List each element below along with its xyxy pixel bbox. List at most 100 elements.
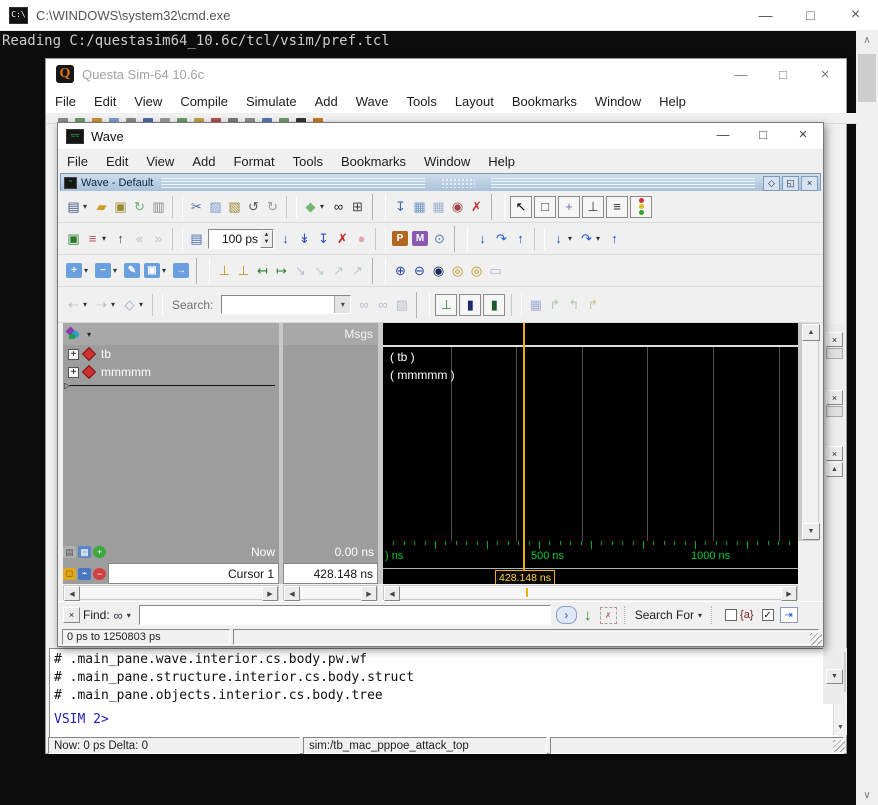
find-previous-transition-icon[interactable]: ↓	[473, 229, 492, 249]
docked-scroll-up-icon[interactable]: ▲	[826, 462, 843, 477]
next-event-icon[interactable]: ↦	[272, 261, 291, 281]
menu-item-view[interactable]: View	[137, 154, 183, 169]
find-down-icon[interactable]: ↓	[579, 607, 597, 624]
cmd-titlebar[interactable]: C:\ C:\WINDOWS\system32\cmd.exe — □ ×	[0, 0, 878, 31]
docked-pane-close-icon[interactable]: ×	[826, 390, 843, 405]
msgs-column-header[interactable]: Msgs	[283, 323, 378, 345]
expanded-time-event-icon[interactable]: ▮	[483, 294, 505, 316]
search-reverse-icon[interactable]: ∞	[354, 295, 373, 315]
signal-name[interactable]: mmmmm	[101, 365, 151, 379]
find-next-transition-icon[interactable]: ↑	[511, 229, 530, 249]
stop-icon[interactable]: ●	[352, 229, 371, 249]
move-up-icon[interactable]: ↑	[111, 229, 130, 249]
bookmark-add-icon[interactable]: +	[66, 263, 82, 278]
wave-canvas[interactable]: ( tb )( mmmmm )	[383, 347, 798, 541]
run-length-value[interactable]: 100 ps	[209, 232, 260, 246]
search-window-icon[interactable]: ⇥	[780, 607, 798, 623]
find-edge-wrap-icon[interactable]: ↷	[577, 229, 596, 249]
wave-resize-grip[interactable]	[810, 633, 822, 645]
undo-icon[interactable]: ↺	[244, 197, 263, 217]
prev-page-icon[interactable]: «	[130, 229, 149, 249]
msgs-panel[interactable]	[283, 345, 378, 541]
docked-pane-close-icon[interactable]: ×	[826, 332, 843, 347]
scroll-right-icon[interactable]: ▶	[361, 586, 377, 601]
cmd-scroll-down-icon[interactable]: ∨	[856, 785, 878, 805]
search-combobox[interactable]: ▾	[221, 295, 351, 314]
menu-item-add[interactable]: Add	[183, 154, 224, 169]
menu-item-file[interactable]: File	[58, 154, 97, 169]
menu-item-layout[interactable]: Layout	[446, 94, 503, 109]
expand-all-time-icon[interactable]: ▦	[526, 295, 545, 315]
menu-item-format[interactable]: Format	[224, 154, 283, 169]
findbar-close-icon[interactable]: ×	[63, 607, 80, 623]
paste-icon[interactable]: ▧	[225, 197, 244, 217]
scroll-left-icon[interactable]: ◀	[384, 586, 400, 601]
questa-maximize-button[interactable]: □	[762, 59, 804, 89]
menu-item-tools[interactable]: Tools	[397, 94, 445, 109]
bookmark-add-dropdown-icon[interactable]: ▾	[84, 266, 93, 275]
names-hscrollbar[interactable]: ◀ ▶	[63, 585, 279, 600]
next-diff-dropdown-icon[interactable]: ▾	[111, 300, 120, 309]
save-icon[interactable]: ▣	[111, 197, 130, 217]
print-icon[interactable]: ▥	[149, 197, 168, 217]
msgs-hscrollbar[interactable]: ◀ ▶	[283, 585, 378, 600]
copy-icon[interactable]: ▨	[206, 197, 225, 217]
find-next-edge-icon[interactable]: ↑	[605, 229, 624, 249]
scroll-down-icon[interactable]: ▼	[802, 523, 820, 540]
menu-item-tools[interactable]: Tools	[284, 154, 332, 169]
scroll-right-icon[interactable]: ▶	[781, 586, 797, 601]
find-options-icon[interactable]: ✗	[600, 607, 617, 624]
bookmark-save-icon[interactable]: ▣	[144, 263, 160, 278]
scroll-right-icon[interactable]: ▶	[262, 586, 278, 601]
expanded-time-delta-icon[interactable]: ▮	[459, 294, 481, 316]
time-cursor-line[interactable]	[523, 541, 525, 570]
signal-name[interactable]: tb	[101, 347, 111, 361]
redo-icon[interactable]: ↻	[263, 197, 282, 217]
next-falling-edge-icon[interactable]: ↘	[310, 261, 329, 281]
performance-profile-icon[interactable]: P	[392, 231, 408, 246]
wave-vertical-scrollbar[interactable]: ▲ ▼	[801, 323, 819, 541]
group-link-icon[interactable]: ▣	[64, 229, 83, 249]
refresh-diamond-icon[interactable]: ◆	[301, 197, 320, 217]
menu-item-add[interactable]: Add	[306, 94, 347, 109]
scroll-up-icon[interactable]: ▲	[802, 324, 820, 341]
bookmark-delete-icon[interactable]: −	[95, 263, 111, 278]
pane-close-icon[interactable]: ×	[801, 176, 818, 191]
edge-wrap-dropdown-icon[interactable]: ▾	[596, 234, 605, 243]
menu-item-bookmarks[interactable]: Bookmarks	[332, 154, 415, 169]
scroll-left-icon[interactable]: ◀	[64, 586, 80, 601]
expand-hierarchy-icon[interactable]: ⊞	[348, 197, 367, 217]
expanded-time-off-icon[interactable]: ⊥	[435, 294, 457, 316]
edit-bus-icon[interactable]: ≡	[606, 196, 628, 218]
cut-icon[interactable]: ✂	[187, 197, 206, 217]
docked-pane-close-icon[interactable]: ×	[826, 446, 843, 461]
pane-move-icon[interactable]: ◇	[763, 176, 780, 191]
expand-icon[interactable]: +	[68, 349, 79, 360]
group-tree-icon[interactable]	[67, 328, 81, 340]
expand-icon[interactable]: +	[68, 367, 79, 378]
signal-names-header[interactable]: ▾	[63, 323, 279, 345]
run-continue-icon[interactable]: ↡	[295, 229, 314, 249]
add-region-icon[interactable]: ◉	[448, 197, 467, 217]
cmd-maximize-button[interactable]: □	[788, 0, 833, 30]
bookmark-save-dropdown-icon[interactable]: ▾	[162, 266, 171, 275]
cmd-scroll-thumb[interactable]	[858, 54, 876, 102]
menu-item-edit[interactable]: Edit	[85, 94, 125, 109]
menu-item-edit[interactable]: Edit	[97, 154, 137, 169]
menu-item-window[interactable]: Window	[415, 154, 479, 169]
cursor-properties-icon[interactable]: ⌁	[78, 568, 91, 580]
break-icon[interactable]: ✗	[333, 229, 352, 249]
prev-edge-dropdown-icon[interactable]: ▾	[568, 234, 577, 243]
pan-hand-icon[interactable]: ⊙	[430, 229, 449, 249]
regex-checkbox[interactable]	[725, 609, 737, 621]
wrap-checkbox[interactable]: ✓	[762, 609, 774, 621]
menu-item-help[interactable]: Help	[479, 154, 524, 169]
previous-falling-edge-icon[interactable]: ↘	[291, 261, 310, 281]
delete-cursor-icon[interactable]: ⊥	[234, 261, 253, 281]
wave-close-button[interactable]: ×	[783, 121, 823, 147]
zoom-cursor-icon[interactable]: ◎	[448, 261, 467, 281]
open-file-icon[interactable]: ▰	[92, 197, 111, 217]
wave-pane-header[interactable]: ≈ Wave - Default ◇ ◱ ×	[60, 173, 821, 193]
find-binoculars-icon[interactable]: ∞	[110, 605, 127, 625]
previous-difference-icon[interactable]: ⇠	[64, 295, 83, 315]
